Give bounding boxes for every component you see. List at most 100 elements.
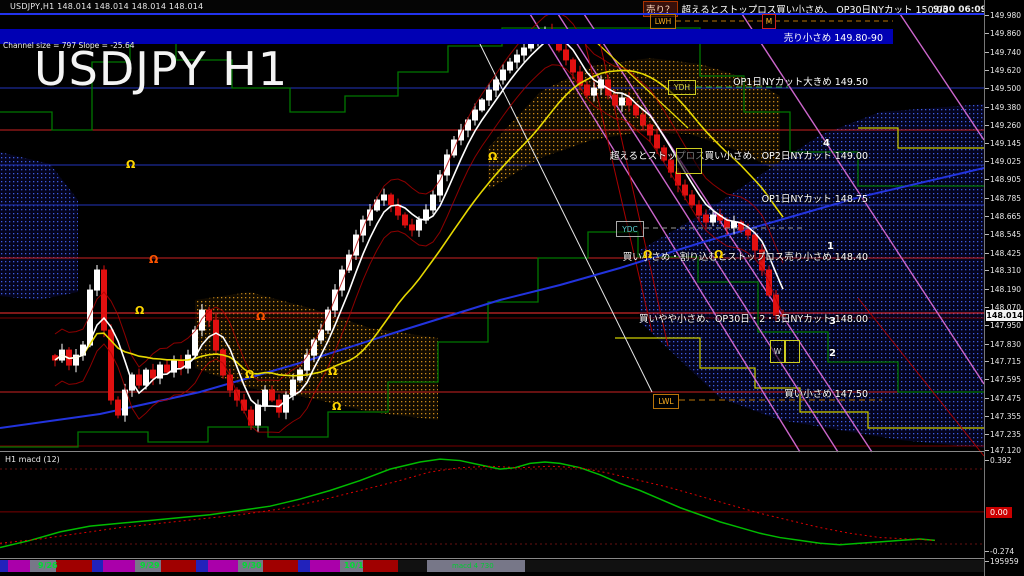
omega-signal-icon: Ω xyxy=(135,304,145,317)
omega-signal-icon: Ω xyxy=(126,158,136,171)
candle-body xyxy=(584,84,590,96)
axis-tick xyxy=(985,234,989,236)
ribbon-segment xyxy=(525,560,984,572)
price-label-147.475: 147.475 xyxy=(990,393,1022,403)
price-label-147.95: 147.950 xyxy=(990,321,1022,331)
candle-body xyxy=(514,54,520,63)
axis-tick xyxy=(985,361,989,363)
omega-signal-icon: Ω xyxy=(245,368,255,381)
axis-tick xyxy=(985,434,989,436)
price-label-148.425: 148.425 xyxy=(990,248,1022,258)
wave-count-3: 3 xyxy=(829,316,836,327)
candle-body xyxy=(493,79,499,91)
axis-tick xyxy=(985,215,989,217)
axis-tick xyxy=(985,252,989,254)
candle-body xyxy=(486,89,492,101)
axis-tick xyxy=(985,325,989,327)
date-label-9/29: 9/29 xyxy=(140,561,160,570)
date-label-9/30: 9/30 xyxy=(242,561,262,570)
candle-body xyxy=(570,59,576,73)
candle-body xyxy=(745,229,751,236)
omega-signal-icon: Ω xyxy=(714,248,724,261)
price-label-148.07: 148.070 xyxy=(990,302,1022,312)
macd-main-line xyxy=(0,458,936,549)
panel-separator-top xyxy=(0,451,1024,452)
price-label-147.355: 147.355 xyxy=(990,412,1022,422)
axis-tick xyxy=(985,450,989,451)
macd-panel-lines xyxy=(0,458,984,549)
candle-body xyxy=(521,47,527,56)
candle-body xyxy=(283,394,289,413)
price-axis[interactable]: 148.014 0.00 149.980 149.860 149.740 149.62… xyxy=(984,0,1024,576)
axis-tick xyxy=(985,288,989,290)
macd-signal-line xyxy=(0,465,936,544)
candle-body xyxy=(591,87,597,96)
ribbon-segment xyxy=(298,560,310,572)
candle-body xyxy=(192,329,198,356)
timeline-ribbon: 9/26 9/29 9/30 10/1 macd 4 730 xyxy=(0,560,984,572)
candle-body xyxy=(640,114,646,126)
ribbon-note: macd 4 730 xyxy=(452,562,494,570)
candle-body xyxy=(458,129,464,141)
axis-tick xyxy=(985,197,989,199)
price-label-148.665: 148.665 xyxy=(990,211,1022,221)
axis-tick xyxy=(985,397,989,399)
macd-extra-label: 195959 xyxy=(990,557,1019,566)
price-label-148.905: 148.905 xyxy=(990,175,1022,185)
candle-body xyxy=(143,369,149,386)
macd-bottom-label: -0.274 xyxy=(990,547,1015,556)
wave-count-1: 1 xyxy=(827,241,834,252)
candle-body xyxy=(689,194,695,206)
axis-tick xyxy=(985,51,989,53)
candle-body xyxy=(612,94,618,106)
ribbon-segment xyxy=(363,560,398,572)
omega-signal-icon: Ω xyxy=(149,253,159,266)
symbol-ohlc-info: USDJPY,H1 148.014 148.014 148.014 148.01… xyxy=(10,2,204,11)
date-label-9/26: 9/26 xyxy=(38,561,58,570)
axis-tick xyxy=(985,561,989,562)
price-label-148.785: 148.785 xyxy=(990,193,1022,203)
price-label-149.98: 149.980 xyxy=(990,11,1022,20)
candle-body xyxy=(507,61,513,71)
ribbon-segment xyxy=(263,560,298,572)
axis-tick xyxy=(985,160,989,162)
candle-body xyxy=(416,219,422,231)
axis-tick xyxy=(985,460,989,461)
candle-body xyxy=(437,174,443,196)
macd-top-label: 0.392 xyxy=(990,456,1012,465)
pivot-box-LWL: LWL xyxy=(653,394,679,409)
axis-tick xyxy=(985,270,989,272)
candle-body xyxy=(206,309,212,321)
ribbon-segment xyxy=(310,560,340,572)
omega-signal-icon: Ω xyxy=(328,365,338,378)
candle-body xyxy=(255,404,261,426)
candle-body xyxy=(500,69,506,81)
candle-body xyxy=(696,204,702,216)
ribbon-segment xyxy=(56,560,92,572)
header-separator xyxy=(0,13,1024,15)
cloud-blue xyxy=(0,152,78,300)
axis-tick xyxy=(985,15,989,16)
candle-body xyxy=(563,49,569,61)
candle-body xyxy=(409,224,415,231)
candle-body xyxy=(430,194,436,211)
candle-body xyxy=(304,354,310,371)
candle-body xyxy=(402,214,408,226)
ribbon-segment xyxy=(92,560,103,572)
pivot-box-7 xyxy=(676,148,702,174)
axis-tick xyxy=(985,179,989,181)
price-label-147.12: 147.120 xyxy=(990,446,1022,455)
ribbon-segment xyxy=(8,560,30,572)
ribbon-segment xyxy=(398,560,427,572)
ribbon-segment xyxy=(208,560,238,572)
omega-signal-icon: Ω xyxy=(488,150,498,163)
candle-body xyxy=(227,374,233,391)
candle-body xyxy=(472,109,478,121)
candle-body xyxy=(346,254,352,271)
axis-tick xyxy=(985,551,989,552)
price-label-149.62: 149.620 xyxy=(990,66,1022,75)
candle-body xyxy=(269,389,275,401)
axis-tick xyxy=(985,125,989,127)
price-label-149.86: 149.860 xyxy=(990,29,1022,39)
price-label-147.715: 147.715 xyxy=(990,357,1022,367)
